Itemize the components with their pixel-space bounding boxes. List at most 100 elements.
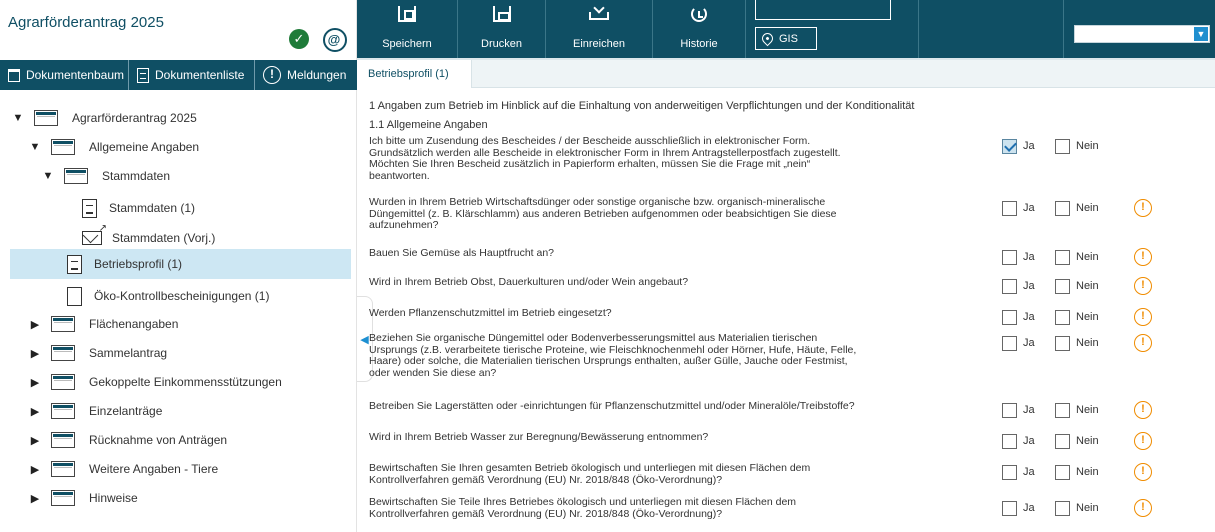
yes-checkbox[interactable] <box>1002 278 1017 294</box>
tree-node-flaechenangaben[interactable]: ▶ Flächenangaben <box>29 309 178 339</box>
exclamation-circle-icon[interactable]: ! <box>1134 463 1152 481</box>
left-panel: Agrarförderantrag 2025 ✓ @ Dokumentenbau… <box>0 0 357 532</box>
at-sign-icon[interactable]: @ <box>322 27 347 52</box>
yes-checkbox[interactable] <box>1002 138 1017 154</box>
tree-node-label: Agrarförderantrag 2025 <box>72 111 197 125</box>
tree-node-ruecknahme-von-antraegen[interactable]: ▶ Rücknahme von Anträgen <box>29 425 227 455</box>
caret-right-icon[interactable]: ▶ <box>29 463 41 476</box>
no-checkbox[interactable] <box>1055 335 1070 351</box>
exclamation-circle-icon[interactable]: ! <box>1134 432 1152 450</box>
exclamation-circle-icon[interactable]: ! <box>1134 308 1152 326</box>
toolbar-dropdown[interactable]: ▼ <box>1074 25 1210 43</box>
exclamation-circle-icon[interactable]: ! <box>1134 277 1152 295</box>
tab-dokumentenbaum[interactable]: Dokumentenbaum <box>0 60 128 90</box>
tree-node-label: Gekoppelte Einkommensstützungen <box>89 375 282 389</box>
question-line: beantworten. <box>369 169 430 182</box>
caret-right-icon[interactable]: ▶ <box>29 318 41 331</box>
print-button[interactable]: Drucken <box>458 0 545 58</box>
folder-icon <box>51 139 75 155</box>
no-checkbox[interactable] <box>1055 200 1070 216</box>
form-content: 1 Angaben zum Betrieb im Hinblick auf di… <box>357 88 1215 532</box>
tree-node-allgemeine-angaben[interactable]: ▼ Allgemeine Angaben <box>29 132 199 162</box>
chevron-down-icon[interactable]: ▼ <box>1194 27 1208 41</box>
caret-down-icon[interactable]: ▼ <box>42 170 54 182</box>
answer-group: Ja Nein <box>1002 431 1099 451</box>
tab-dokumentenliste[interactable]: Dokumentenliste <box>128 60 254 90</box>
yes-checkbox[interactable] <box>1002 249 1017 265</box>
list-icon <box>137 67 149 83</box>
caret-right-icon[interactable]: ▶ <box>29 376 41 389</box>
exclamation-circle-icon[interactable]: ! <box>1134 401 1152 419</box>
history-label: Historie <box>680 38 718 50</box>
question-line: Wurden in Ihrem Betrieb Wirtschaftsdünge… <box>369 196 826 208</box>
document-icon <box>82 198 97 218</box>
no-checkbox[interactable] <box>1055 278 1070 294</box>
toolbar-field[interactable] <box>755 0 891 20</box>
no-checkbox[interactable] <box>1055 249 1070 265</box>
tree-node-agrarfoerderantrag[interactable]: ▼ Agrarförderantrag 2025 <box>12 103 197 133</box>
location-pin-icon <box>759 30 776 47</box>
print-label: Drucken <box>481 38 522 50</box>
question-line: Möchten Sie Ihren Bescheid zusätzlich in… <box>369 158 811 170</box>
question-line: Werden Pflanzenschutzmittel im Betrieb e… <box>369 307 612 319</box>
yes-checkbox[interactable] <box>1002 335 1017 351</box>
answer-group: Ja Nein <box>1002 136 1099 156</box>
exclamation-circle-icon[interactable]: ! <box>1134 199 1152 217</box>
question-line: Ich bitte um Zusendung des Bescheides / … <box>369 135 811 147</box>
tree-node-oeko-kontrollbescheinigungen[interactable]: Öko-Kontrollbescheinigungen (1) <box>67 281 269 311</box>
no-checkbox[interactable] <box>1055 402 1070 418</box>
caret-down-icon[interactable]: ▼ <box>12 112 24 124</box>
submit-label: Einreichen <box>573 38 625 50</box>
no-checkbox[interactable] <box>1055 138 1070 154</box>
caret-down-icon[interactable]: ▼ <box>29 141 41 153</box>
answer-group: Ja Nein <box>1002 198 1099 218</box>
tree-node-stammdaten-1[interactable]: Stammdaten (1) <box>82 193 195 223</box>
question-text: Betreiben Sie Lagerstätten oder -einrich… <box>369 400 939 413</box>
yes-checkbox[interactable] <box>1002 309 1017 325</box>
tree-node-weitere-angaben-tiere[interactable]: ▶ Weitere Angaben - Tiere <box>29 454 218 484</box>
yes-label: Ja <box>1023 466 1035 478</box>
gis-button[interactable]: GIS <box>755 27 817 50</box>
tree-node-sammelantrag[interactable]: ▶ Sammelantrag <box>29 338 167 368</box>
submit-button[interactable]: Einreichen <box>546 0 652 58</box>
no-checkbox[interactable] <box>1055 433 1070 449</box>
top-toolbar: Speichern Drucken Einreichen Historie GI… <box>357 0 1215 60</box>
caret-right-icon[interactable]: ▶ <box>29 492 41 505</box>
no-checkbox[interactable] <box>1055 500 1070 516</box>
caret-right-icon[interactable]: ▶ <box>29 347 41 360</box>
tree-node-gekoppelte-einkommensstuetzungen[interactable]: ▶ Gekoppelte Einkommensstützungen <box>29 367 282 397</box>
tree-node-label: Einzelanträge <box>89 404 163 418</box>
exclamation-circle-icon[interactable]: ! <box>1134 248 1152 266</box>
tree-node-betriebsprofil[interactable]: Betriebsprofil (1) <box>10 249 351 279</box>
yes-checkbox[interactable] <box>1002 500 1017 516</box>
tab-betriebsprofil[interactable]: Betriebsprofil (1) <box>357 60 472 88</box>
caret-right-icon[interactable]: ▶ <box>29 434 41 447</box>
tree-node-hinweise[interactable]: ▶ Hinweise <box>29 483 138 513</box>
exclamation-circle-icon[interactable]: ! <box>1134 499 1152 517</box>
folder-icon <box>51 374 75 390</box>
yes-checkbox[interactable] <box>1002 402 1017 418</box>
tree-node-stammdaten[interactable]: ▼ Stammdaten <box>42 161 170 191</box>
tree-node-label: Öko-Kontrollbescheinigungen (1) <box>94 289 270 303</box>
question-text: Werden Pflanzenschutzmittel im Betrieb e… <box>369 307 939 320</box>
no-checkbox[interactable] <box>1055 464 1070 480</box>
yes-checkbox[interactable] <box>1002 464 1017 480</box>
save-button[interactable]: Speichern <box>357 0 457 58</box>
tree-node-label: Betriebsprofil (1) <box>94 257 183 271</box>
exclamation-circle-icon[interactable]: ! <box>1134 334 1152 352</box>
no-checkbox[interactable] <box>1055 309 1070 325</box>
caret-right-icon[interactable]: ▶ <box>29 405 41 418</box>
exclamation-circle-icon: ! <box>263 66 281 84</box>
tree-node-einzelantraege[interactable]: ▶ Einzelanträge <box>29 396 162 426</box>
tab-meldungen[interactable]: ! Meldungen <box>254 60 357 90</box>
yes-label: Ja <box>1023 404 1035 416</box>
yes-checkbox[interactable] <box>1002 433 1017 449</box>
answer-group: Ja Nein <box>1002 498 1099 518</box>
blank-document-icon <box>67 286 82 306</box>
yes-label: Ja <box>1023 311 1035 323</box>
history-button[interactable]: Historie <box>653 0 745 58</box>
tab-label: Dokumentenliste <box>155 68 245 82</box>
yes-checkbox[interactable] <box>1002 200 1017 216</box>
question-text: Beziehen Sie organische Düngemittel oder… <box>369 332 939 379</box>
question-line: Düngemittel (z. B. Klärschlamm) aus ande… <box>369 207 837 220</box>
